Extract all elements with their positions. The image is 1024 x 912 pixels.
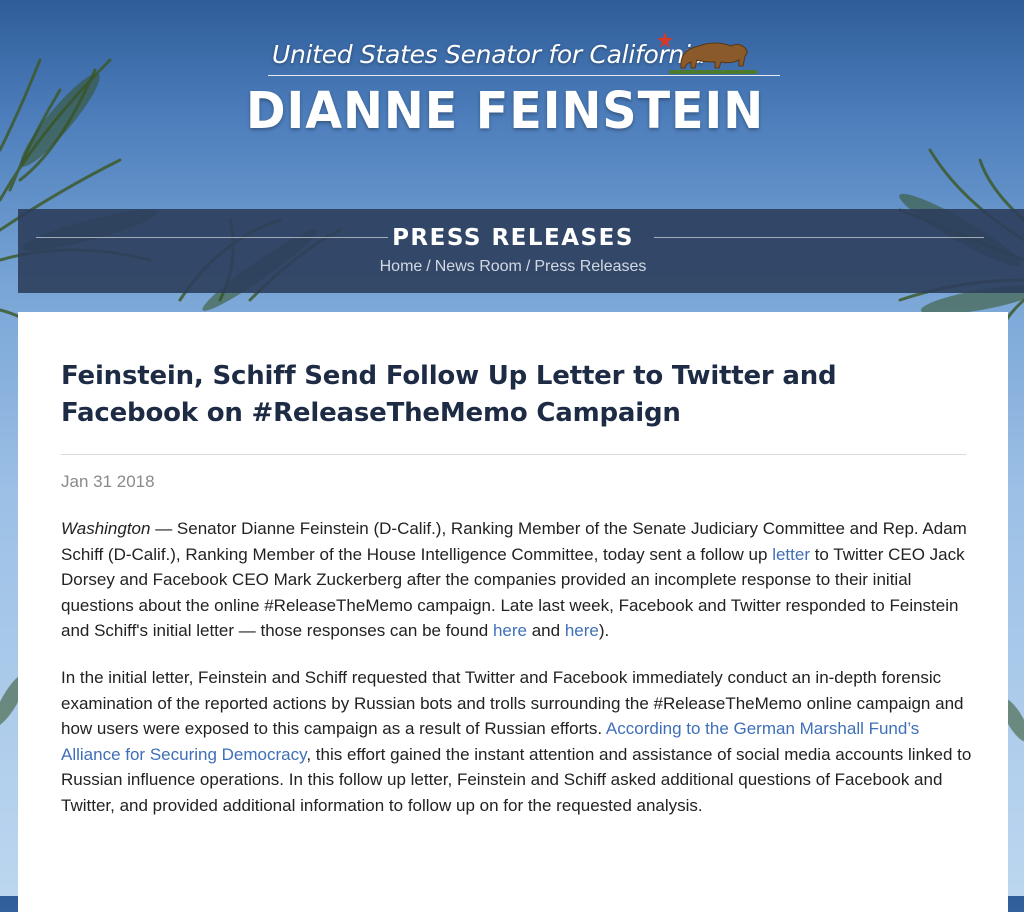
header-subtitle: United States Senator for California (272, 40, 706, 69)
breadcrumb-separator: / (426, 258, 431, 275)
here-link-1[interactable]: here (493, 621, 527, 640)
article-date: Jan 31 2018 (61, 472, 155, 491)
site-title[interactable]: DIANNE FEINSTEIN (246, 82, 763, 141)
section-title: PRESS RELEASES (392, 225, 634, 251)
breadcrumb-news-room[interactable]: News Room (435, 258, 522, 275)
paragraph-text: ). (598, 621, 610, 641)
site-header: United States Senator for California DIA… (0, 0, 1024, 205)
header-divider (268, 75, 780, 76)
article-card: Feinstein, Schiff Send Follow Up Letter … (18, 312, 1008, 912)
breadcrumb-home[interactable]: Home (380, 258, 423, 275)
article-body: Washington — Senator Dianne Feinstein (D… (61, 516, 973, 840)
breadcrumb: Home / News Room / Press Releases (18, 258, 1008, 276)
breadcrumb-press-releases[interactable]: Press Releases (534, 258, 646, 275)
california-bear-flag-icon (657, 32, 757, 74)
article-paragraph: Washington — Senator Dianne Feinstein (D… (61, 516, 973, 644)
paragraph-text: and (527, 621, 565, 641)
breadcrumb-separator: / (525, 258, 531, 275)
article-paragraph: In the initial letter, Feinstein and Sch… (61, 665, 973, 819)
press-releases-banner: PRESS RELEASES Home / News Room / Press Rele… (18, 209, 1024, 293)
dateline: Washington (61, 519, 151, 538)
article-title: Feinstein, Schiff Send Follow Up Letter … (61, 361, 837, 428)
here-link-2[interactable]: here (565, 621, 599, 640)
letter-link[interactable]: letter (772, 545, 810, 564)
title-divider (61, 454, 966, 455)
